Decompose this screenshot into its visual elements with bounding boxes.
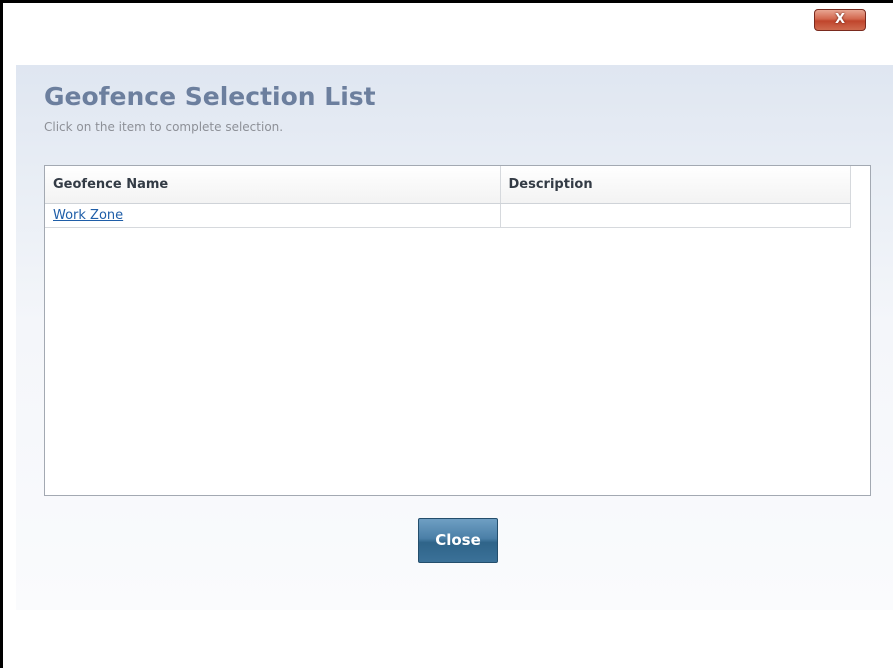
column-header-geofence-name: Geofence Name (45, 166, 501, 204)
table-row[interactable]: Work Zone (45, 203, 851, 228)
table-header-row: Geofence Name Description (45, 166, 851, 204)
close-button[interactable]: Close (418, 518, 498, 563)
geofence-name-cell: Work Zone (45, 203, 501, 228)
dialog-title: Geofence Selection List (44, 82, 376, 111)
window-close-button[interactable]: X (814, 9, 866, 31)
dialog-panel: Geofence Selection List Click on the ite… (16, 65, 893, 610)
geofence-grid: Geofence Name Description Work Zone (44, 165, 871, 496)
geofence-table: Geofence Name Description Work Zone (45, 166, 851, 228)
column-header-description: Description (500, 166, 851, 204)
geofence-dialog: X Geofence Selection List Click on the i… (0, 0, 893, 668)
geofence-link-work-zone[interactable]: Work Zone (53, 208, 123, 223)
dialog-subtitle: Click on the item to complete selection. (44, 120, 284, 134)
description-cell (500, 203, 851, 228)
